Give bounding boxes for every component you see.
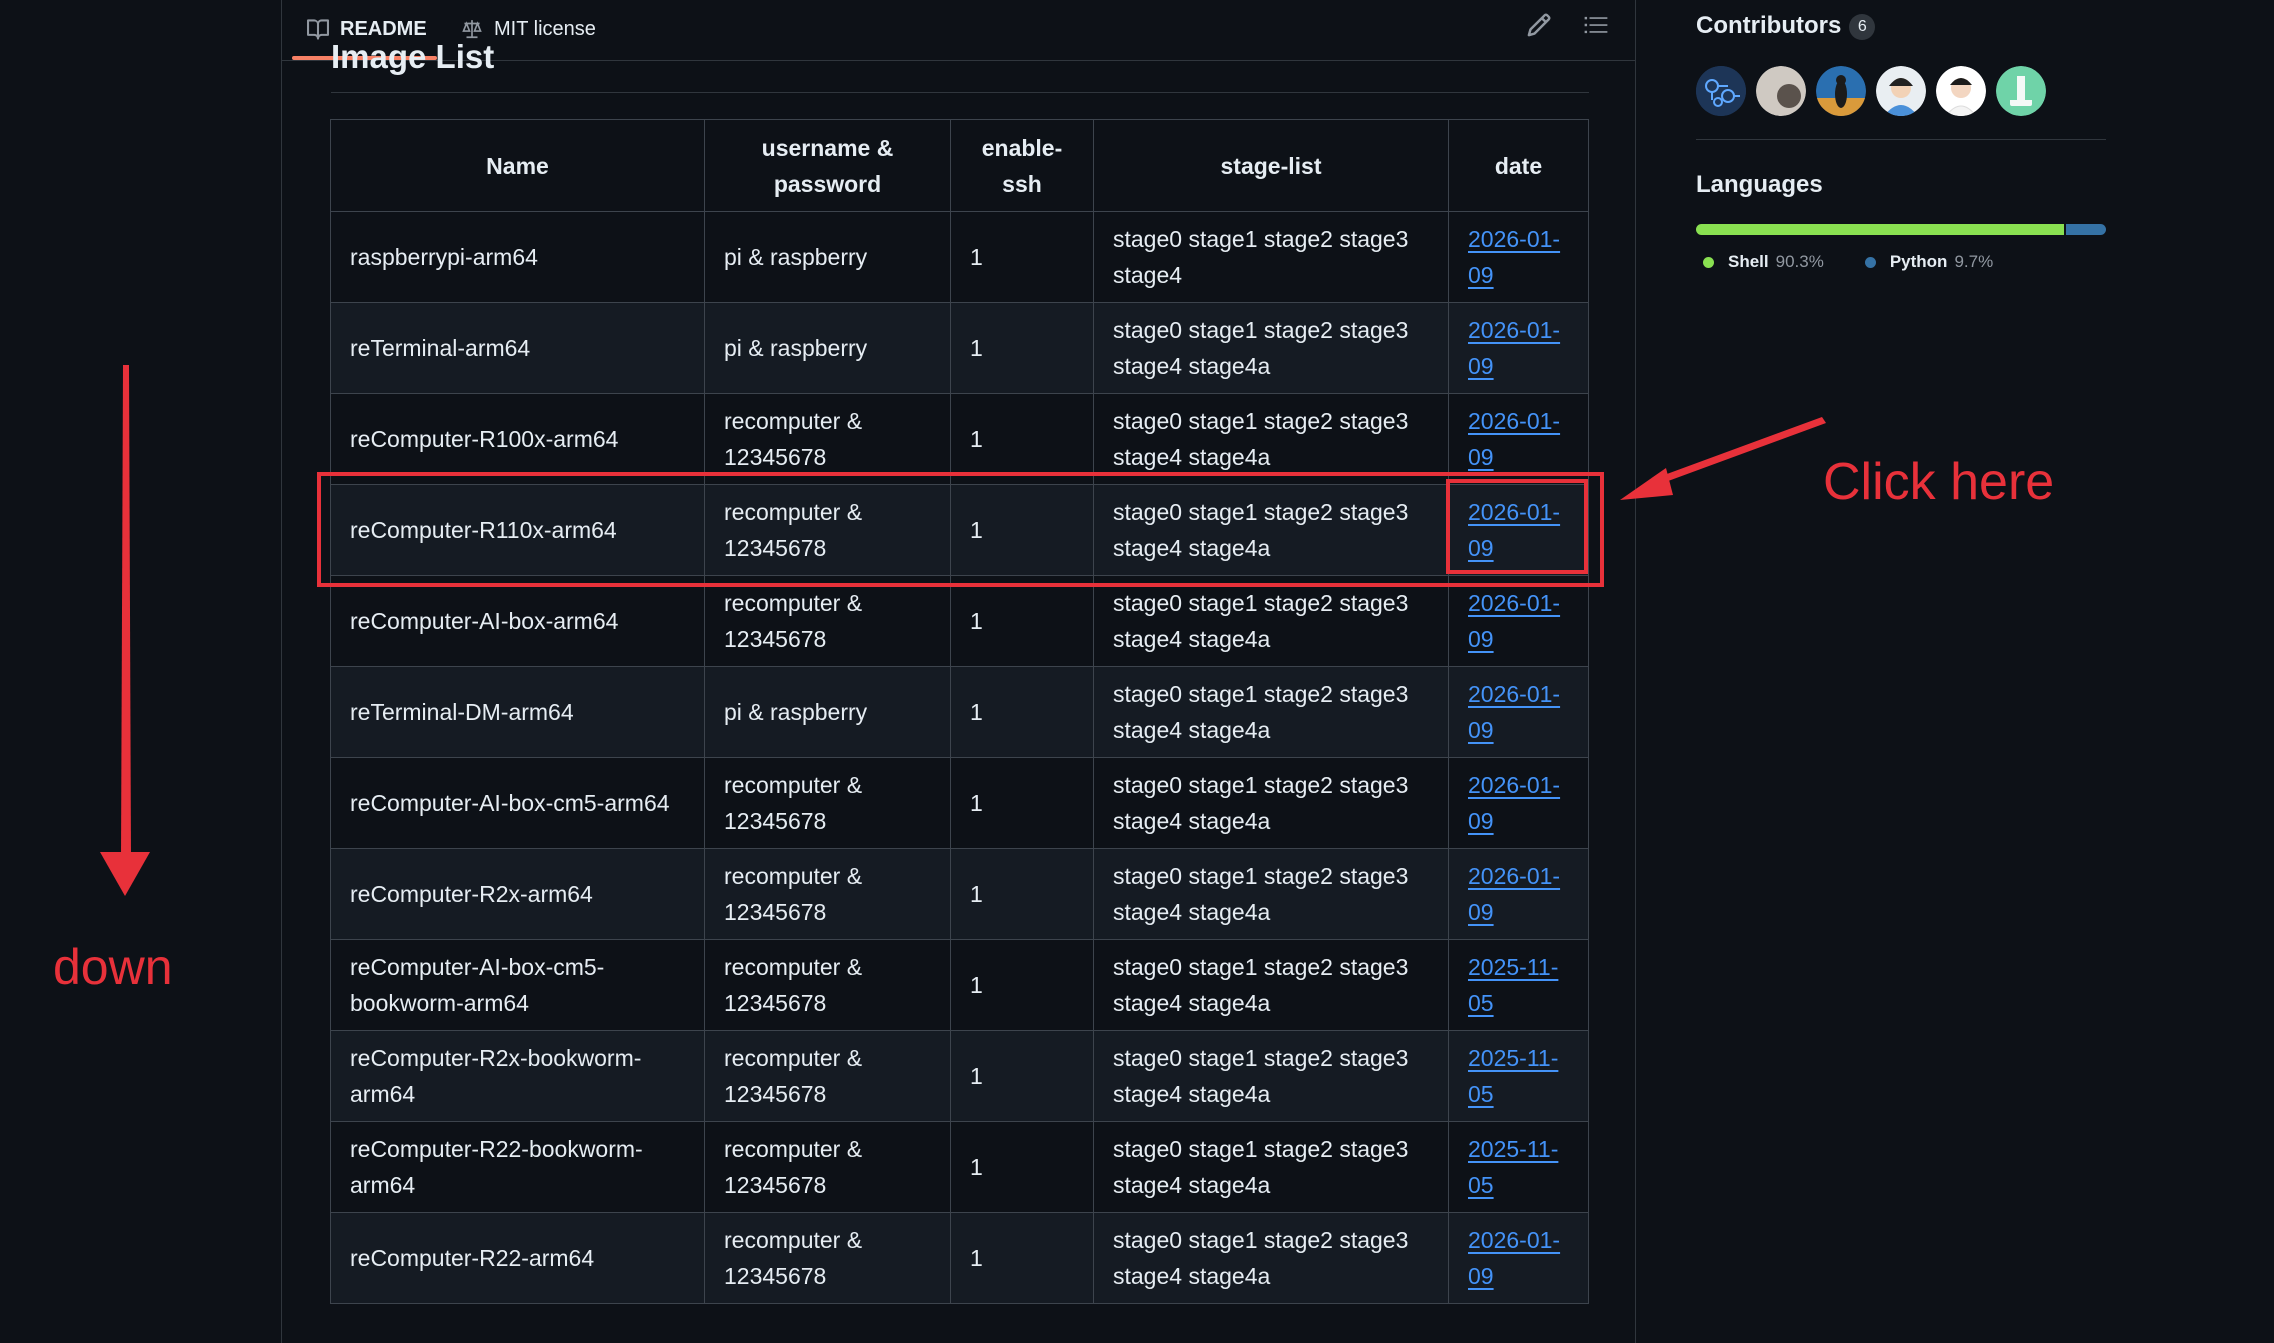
avatar[interactable] bbox=[1816, 66, 1866, 116]
language-percent: 9.7% bbox=[1954, 252, 1994, 271]
repo-sidebar: Contributors 6 Languages Shell 90.3% Pyt… bbox=[1696, 0, 2106, 1335]
down-arrow bbox=[100, 365, 150, 896]
avatar[interactable] bbox=[1876, 66, 1926, 116]
photo-avatar-icon bbox=[1816, 66, 1866, 116]
language-item-python[interactable]: Python 9.7% bbox=[1858, 252, 1993, 272]
identicon-avatar-icon bbox=[1996, 66, 2046, 116]
language-name: Shell bbox=[1728, 252, 1769, 271]
language-item-shell[interactable]: Shell 90.3% bbox=[1696, 252, 1824, 272]
languages-heading: Languages bbox=[1696, 171, 1823, 198]
circuit-avatar-icon bbox=[1696, 66, 1746, 116]
sidebar-divider bbox=[1696, 139, 2106, 140]
language-name: Python bbox=[1889, 252, 1948, 271]
contributors-count: 6 bbox=[1849, 14, 1876, 40]
photo-avatar-icon bbox=[1876, 66, 1926, 116]
contributors-title: Contributors bbox=[1696, 12, 1842, 39]
language-list: Shell 90.3% Python 9.7% bbox=[1696, 248, 2027, 276]
photo-avatar-icon bbox=[1756, 66, 1806, 116]
shell-color-dot bbox=[1703, 256, 1714, 268]
avatar[interactable] bbox=[1936, 66, 1986, 116]
contributors-heading[interactable]: Contributors 6 bbox=[1696, 12, 1876, 40]
avatar[interactable] bbox=[1696, 66, 1746, 116]
python-color-dot bbox=[1864, 256, 1876, 268]
avatar[interactable] bbox=[1996, 66, 2046, 116]
language-percent: 90.3% bbox=[1775, 252, 1824, 271]
avatar[interactable] bbox=[1756, 66, 1806, 116]
language-bar-segment-python bbox=[2066, 224, 2106, 235]
language-bar bbox=[1696, 224, 2106, 235]
down-label: down bbox=[53, 939, 173, 995]
photo-avatar-icon bbox=[1936, 66, 1986, 116]
language-bar-segment-shell bbox=[1696, 224, 2065, 235]
